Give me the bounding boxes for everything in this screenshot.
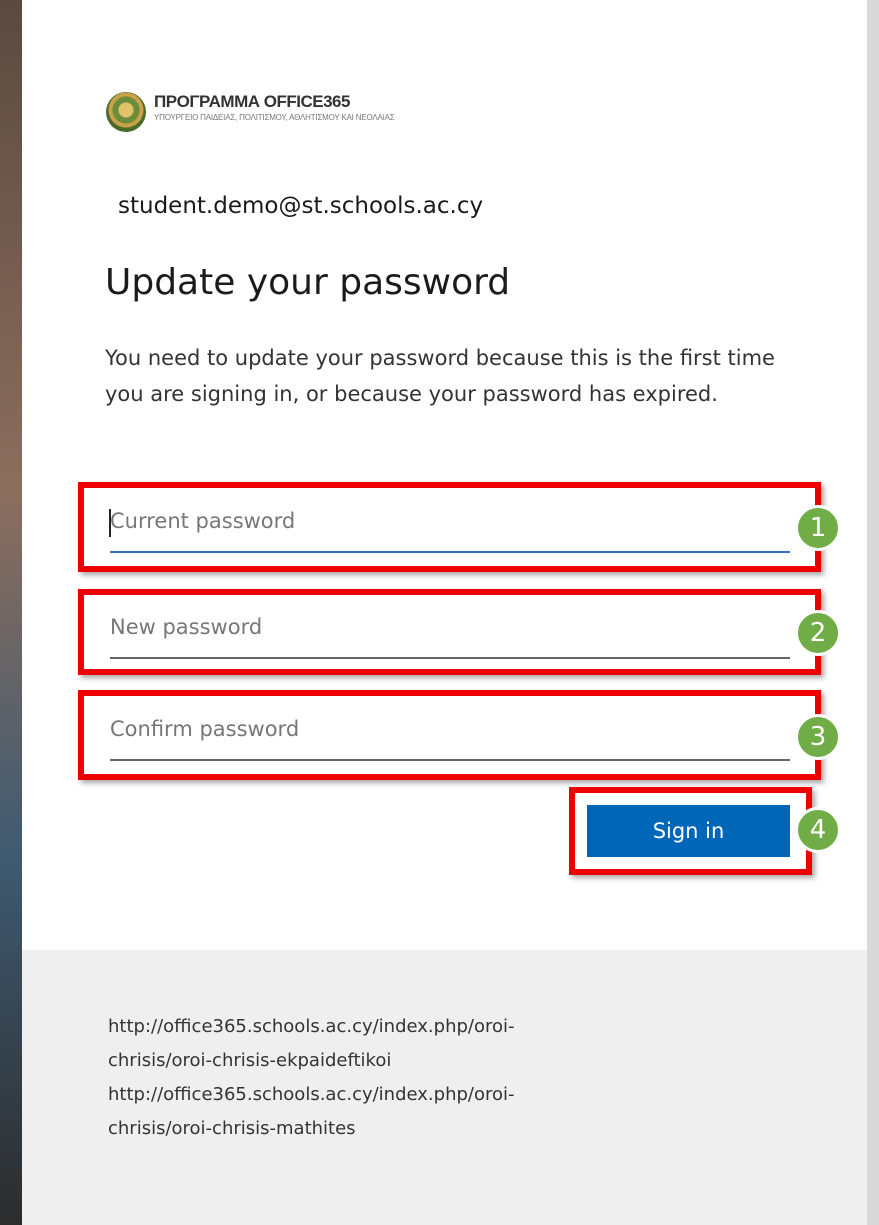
signin-button[interactable]: Sign in [587, 805, 790, 857]
terms-link-line[interactable]: chrisis/oroi-chrisis-ekpaideftikoi [108, 1044, 788, 1078]
step-badge-1: 1 [795, 505, 841, 551]
step-badge-3: 3 [795, 714, 841, 760]
logo-subtitle: ΥΠΟΥΡΓΕΙΟ ΠΑΙΔΕΙΑΣ, ΠΟΛΙΤΙΣΜΟΥ, ΑΘΛΗΤΙΣΜ… [154, 113, 395, 122]
cyprus-emblem-icon [106, 92, 146, 132]
terms-link-line[interactable]: chrisis/oroi-chrisis-mathites [108, 1112, 788, 1146]
terms-of-use-links: http://office365.schools.ac.cy/index.php… [108, 1010, 788, 1146]
logo-text: ΠΡΟΓΡΑΜΜΑ OFFICE365 ΥΠΟΥΡΓΕΙΟ ΠΑΙΔΕΙΑΣ, … [154, 92, 395, 124]
step-badge-2: 2 [795, 610, 841, 656]
terms-link-line[interactable]: http://office365.schools.ac.cy/index.php… [108, 1010, 788, 1044]
confirm-password-wrapper [110, 705, 790, 761]
terms-link-line[interactable]: http://office365.schools.ac.cy/index.php… [108, 1078, 788, 1112]
text-caret [109, 509, 111, 537]
background-left-strip [0, 0, 22, 1225]
account-email: student.demo@st.schools.ac.cy [118, 193, 484, 219]
update-password-description: You need to update your password because… [105, 346, 775, 406]
office365-program-logo: ΠΡΟΓΡΑΜΜΑ OFFICE365 ΥΠΟΥΡΓΕΙΟ ΠΑΙΔΕΙΑΣ, … [106, 92, 395, 142]
new-password-wrapper [110, 603, 790, 659]
logo-title: ΠΡΟΓΡΑΜΜΑ OFFICE365 [154, 92, 350, 111]
new-password-input[interactable] [110, 603, 790, 659]
background-right-strip [867, 0, 879, 1225]
confirm-password-input[interactable] [110, 705, 790, 761]
current-password-input[interactable] [110, 497, 790, 553]
page-title: Update your password [105, 262, 511, 303]
current-password-wrapper [109, 497, 790, 553]
step-badge-4: 4 [795, 807, 841, 853]
